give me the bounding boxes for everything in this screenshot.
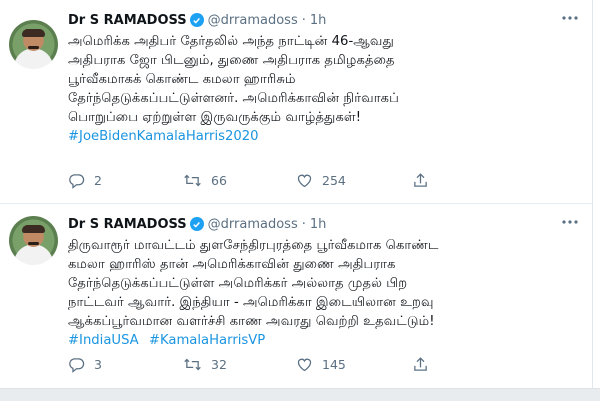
like-button[interactable]: 254	[296, 168, 346, 192]
tweet-text-line: அதிபராக ஜோ பிடனும், துணை அதிபராக தமிழகத்…	[68, 53, 395, 68]
tweet-actions: 3 32 145	[68, 352, 518, 376]
retweet-button[interactable]: 32	[183, 352, 227, 376]
reply-button[interactable]: 3	[68, 352, 102, 376]
verified-badge-icon	[189, 13, 204, 27]
share-button[interactable]	[412, 352, 429, 376]
like-icon	[297, 174, 312, 187]
timeline-footer-strip	[0, 388, 600, 401]
like-count: 254	[322, 172, 346, 188]
share-button[interactable]	[412, 168, 429, 192]
like-icon	[297, 358, 312, 371]
like-button[interactable]: 145	[296, 352, 346, 376]
retweet-icon	[184, 174, 201, 186]
tweet-text-line: பொறுப்பை ஏற்றுள்ள இருவருக்கும் வாழ்த்துக…	[68, 110, 362, 125]
author-handle[interactable]: @drramadoss	[208, 13, 298, 28]
tweet-text-line: தேர்ந்தெடுக்கப்பட்டுள்ளனர். அமெரிக்காவின…	[68, 91, 399, 106]
retweet-icon	[184, 358, 201, 370]
reply-count: 2	[94, 172, 102, 188]
tweet-header: Dr S RAMADOSS @drramadoss · 1h	[68, 10, 326, 30]
retweet-count: 66	[211, 172, 227, 188]
hashtag-link[interactable]: #IndiaUSA	[68, 333, 139, 348]
tweet-text: அமெரிக்க அதிபர் தேர்தலில் அந்த நாட்டின் …	[68, 32, 588, 146]
tweet-header: Dr S RAMADOSS @drramadoss · 1h	[68, 214, 326, 234]
share-icon	[414, 172, 427, 187]
tweet-text-line: திருவாரூர் மாவட்டம் துளசேந்திரபுரத்தை பூ…	[68, 238, 439, 253]
reply-count: 3	[94, 356, 102, 372]
hashtag-link[interactable]: #KamalaHarrisVP	[149, 333, 265, 348]
timestamp[interactable]: 1h	[310, 13, 327, 28]
tweet-text: திருவாரூர் மாவட்டம் துளசேந்திரபுரத்தை பூ…	[68, 236, 588, 350]
reply-button[interactable]: 2	[68, 168, 102, 192]
retweet-button[interactable]: 66	[183, 168, 227, 192]
tweet-text-line: பூர்வீகமாகக் கொண்ட கமலா ஹாரிசும்	[68, 72, 296, 87]
separator: ·	[301, 12, 306, 28]
share-icon	[414, 356, 427, 371]
author-handle[interactable]: @drramadoss	[208, 217, 298, 232]
retweet-count: 32	[211, 356, 227, 372]
reply-icon	[69, 173, 85, 189]
tweet-text-line: அமெரிக்க அதிபர் தேர்தலில் அந்த நாட்டின் …	[68, 34, 394, 49]
more-icon[interactable]	[558, 212, 582, 232]
avatar[interactable]	[9, 216, 58, 265]
tweet-text-line: நாட்டவர் ஆவார். இந்தியா - அமெரிக்கா இடைய…	[68, 295, 434, 310]
author-name[interactable]: Dr S RAMADOSS	[68, 13, 187, 28]
tweet[interactable]: Dr S RAMADOSS @drramadoss · 1h திருவாரூர…	[0, 204, 592, 388]
hashtags: #JoeBidenKamalaHarris2020	[68, 127, 588, 146]
tweet-text-line: தேர்ந்தெடுக்கப்பட்டுள்ள அமெரிக்கர் அல்லா…	[68, 276, 408, 291]
hashtags: #IndiaUSA #KamalaHarrisVP	[68, 331, 588, 350]
tweet[interactable]: Dr S RAMADOSS @drramadoss · 1h அமெரிக்க …	[0, 0, 592, 204]
separator: ·	[301, 216, 306, 232]
avatar[interactable]	[9, 20, 58, 69]
timestamp[interactable]: 1h	[310, 217, 327, 232]
more-icon[interactable]	[558, 8, 582, 28]
reply-icon	[69, 357, 85, 373]
hashtag-link[interactable]: #JoeBidenKamalaHarris2020	[68, 129, 259, 144]
tweet-actions: 2 66 254	[68, 168, 518, 192]
verified-badge-icon	[189, 217, 204, 231]
tweet-text-line: கமலா ஹாரிஸ் தான் அமெரிக்காவின் துணை அதிப…	[68, 257, 396, 272]
like-count: 145	[322, 356, 346, 372]
author-name[interactable]: Dr S RAMADOSS	[68, 217, 187, 232]
timeline-right-border	[592, 0, 593, 400]
tweet-text-line: ஆக்கப்பூர்வமான வளர்ச்சி காண அவரது வெற்றி…	[68, 314, 435, 329]
